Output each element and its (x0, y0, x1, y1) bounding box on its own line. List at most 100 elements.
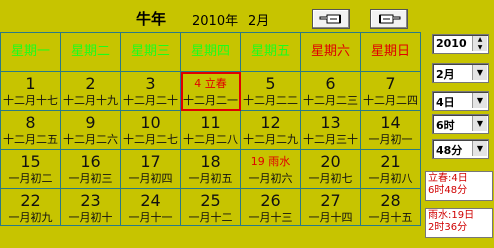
lunar-date: 一月初四 (128, 172, 173, 185)
lunar-date: 十二月十九 (63, 94, 118, 107)
lunar-date: 十二月十七 (3, 94, 58, 107)
day-cell[interactable]: 16 一月初三 (60, 149, 121, 189)
day-term-line: 19 雨水 (242, 152, 300, 172)
day-number: 17 (140, 152, 161, 171)
day-cell[interactable]: 24 一月十一 (120, 188, 181, 226)
day-number: 11 (200, 113, 221, 132)
weekend-label: 星期六 (310, 44, 350, 59)
lunar-date: 一月初六 (248, 172, 293, 185)
year-spinner[interactable]: 2010 ▲ ▼ (432, 34, 489, 54)
lunar-date: 一月初二 (8, 172, 53, 185)
month-select[interactable]: 2月 ▼ (432, 63, 489, 83)
day-cell[interactable]: 23 一月初十 (60, 188, 121, 226)
day-cell-selected[interactable]: 4 立春 十二月二一 (180, 71, 241, 111)
week-row: 15 一月初二 16 一月初三 17 一月初四 18 一月初五 19 雨水 一月初六 20… (0, 149, 421, 189)
day-cell[interactable]: 8 十二月二五 (0, 110, 61, 150)
weekday-label: 星期三 (130, 44, 170, 59)
calendar-header: 牛年 2010年 2月 (0, 0, 422, 34)
minute-select[interactable]: 48分 ▼ (432, 139, 489, 159)
day-number: 1 (25, 74, 36, 93)
day-number: 19 (250, 155, 265, 168)
day-cell[interactable]: 11 十二月二八 (180, 110, 241, 150)
spin-down-icon[interactable]: ▼ (473, 44, 487, 51)
day-cell[interactable]: 14 一月初一 (360, 110, 421, 150)
day-cell[interactable]: 25 一月十二 (180, 188, 241, 226)
animal-year-label: 牛年 (136, 10, 167, 28)
day-cell[interactable]: 7 十二月二四 (360, 71, 421, 111)
month-label: 2月 (248, 14, 270, 29)
lunar-date: 十二月二三 (303, 94, 358, 107)
hour-select[interactable]: 6时 ▼ (432, 114, 489, 134)
day-number: 13 (320, 113, 341, 132)
lunar-date: 十二月二二 (243, 94, 298, 107)
day-number: 20 (320, 152, 341, 171)
day-cell[interactable]: 28 一月十五 (360, 188, 421, 226)
solar-term-label: 立春 (204, 77, 227, 90)
day-cell[interactable]: 19 雨水 一月初六 (240, 149, 301, 189)
minute-select-value: 48分 (436, 144, 463, 157)
weekday-header: 星期日 (360, 32, 421, 72)
day-number: 12 (260, 113, 281, 132)
day-number: 24 (140, 191, 161, 210)
day-cell[interactable]: 6 十二月二三 (300, 71, 361, 111)
lunar-date: 十二月二九 (243, 133, 298, 146)
previous-month-button[interactable] (312, 9, 350, 29)
calendar-grid: 星期一 星期二 星期三 星期四 星期五 星期六 星期日 1 十二月十七 2 十二月十… (0, 32, 421, 226)
year-label: 2010年 (192, 14, 239, 29)
day-cell[interactable]: 3 十二月二十 (120, 71, 181, 111)
day-cell[interactable]: 13 十二月三十 (300, 110, 361, 150)
calendar-panel: 牛年 2010年 2月 星期一 星期二 星期三 星期四 星期五 星期六 星期日 … (0, 0, 422, 248)
lunar-date: 一月初七 (308, 172, 353, 185)
day-number: 4 (194, 77, 202, 90)
day-number: 2 (85, 74, 96, 93)
lunar-date: 十二月二五 (3, 133, 58, 146)
day-cell[interactable]: 20 一月初七 (300, 149, 361, 189)
weekday-header-row: 星期一 星期二 星期三 星期四 星期五 星期六 星期日 (0, 32, 421, 72)
day-term-line: 4 立春 (182, 74, 240, 94)
lunar-date: 十二月二七 (123, 133, 178, 146)
weekday-header: 星期三 (120, 32, 181, 72)
day-number: 5 (265, 74, 276, 93)
day-number: 8 (25, 113, 36, 132)
weekday-header: 星期六 (300, 32, 361, 72)
week-row: 1 十二月十七 2 十二月十九 3 十二月二十 4 立春 十二月二一 5 十二月二二 6十… (0, 71, 421, 111)
chevron-down-icon[interactable]: ▼ (472, 65, 487, 80)
day-cell[interactable]: 22 一月初九 (0, 188, 61, 226)
chevron-down-icon[interactable]: ▼ (472, 93, 487, 108)
day-cell[interactable]: 5 十二月二二 (240, 71, 301, 111)
day-number: 16 (80, 152, 101, 171)
spin-up-icon[interactable]: ▲ (473, 36, 487, 43)
lunar-date: 一月十三 (248, 211, 293, 224)
next-month-button[interactable] (370, 9, 408, 29)
day-number: 10 (140, 113, 161, 132)
day-cell[interactable]: 9 十二月二六 (60, 110, 121, 150)
day-cell[interactable]: 2 十二月十九 (60, 71, 121, 111)
day-number: 25 (200, 191, 221, 210)
day-cell[interactable]: 27 一月十四 (300, 188, 361, 226)
day-cell[interactable]: 15 一月初二 (0, 149, 61, 189)
weekday-header: 星期二 (60, 32, 121, 72)
lunar-date: 一月初十 (68, 211, 113, 224)
hour-select-value: 6时 (436, 119, 455, 132)
day-number: 14 (380, 113, 401, 132)
day-cell[interactable]: 10 十二月二七 (120, 110, 181, 150)
chevron-down-icon[interactable]: ▼ (472, 116, 487, 131)
chevron-down-icon[interactable]: ▼ (472, 141, 487, 156)
lunar-date: 一月初九 (8, 211, 53, 224)
day-cell[interactable]: 1 十二月十七 (0, 71, 61, 111)
weekend-label: 星期日 (370, 44, 410, 59)
day-select[interactable]: 4日 ▼ (432, 91, 489, 111)
day-cell[interactable]: 21 一月初八 (360, 149, 421, 189)
day-number: 18 (200, 152, 221, 171)
day-number: 27 (320, 191, 341, 210)
spin-buttons[interactable]: ▲ ▼ (472, 36, 487, 51)
day-cell[interactable]: 18 一月初五 (180, 149, 241, 189)
lunar-date: 一月十二 (188, 211, 233, 224)
solar-term-info-1: 立春:4日 6时48分 (425, 171, 493, 201)
day-cell[interactable]: 12 十二月二九 (240, 110, 301, 150)
weekday-label: 星期二 (70, 44, 110, 59)
day-number: 21 (380, 152, 401, 171)
day-cell[interactable]: 26 一月十三 (240, 188, 301, 226)
day-cell[interactable]: 17 一月初四 (120, 149, 181, 189)
pointing-hand-right-icon (379, 14, 401, 24)
